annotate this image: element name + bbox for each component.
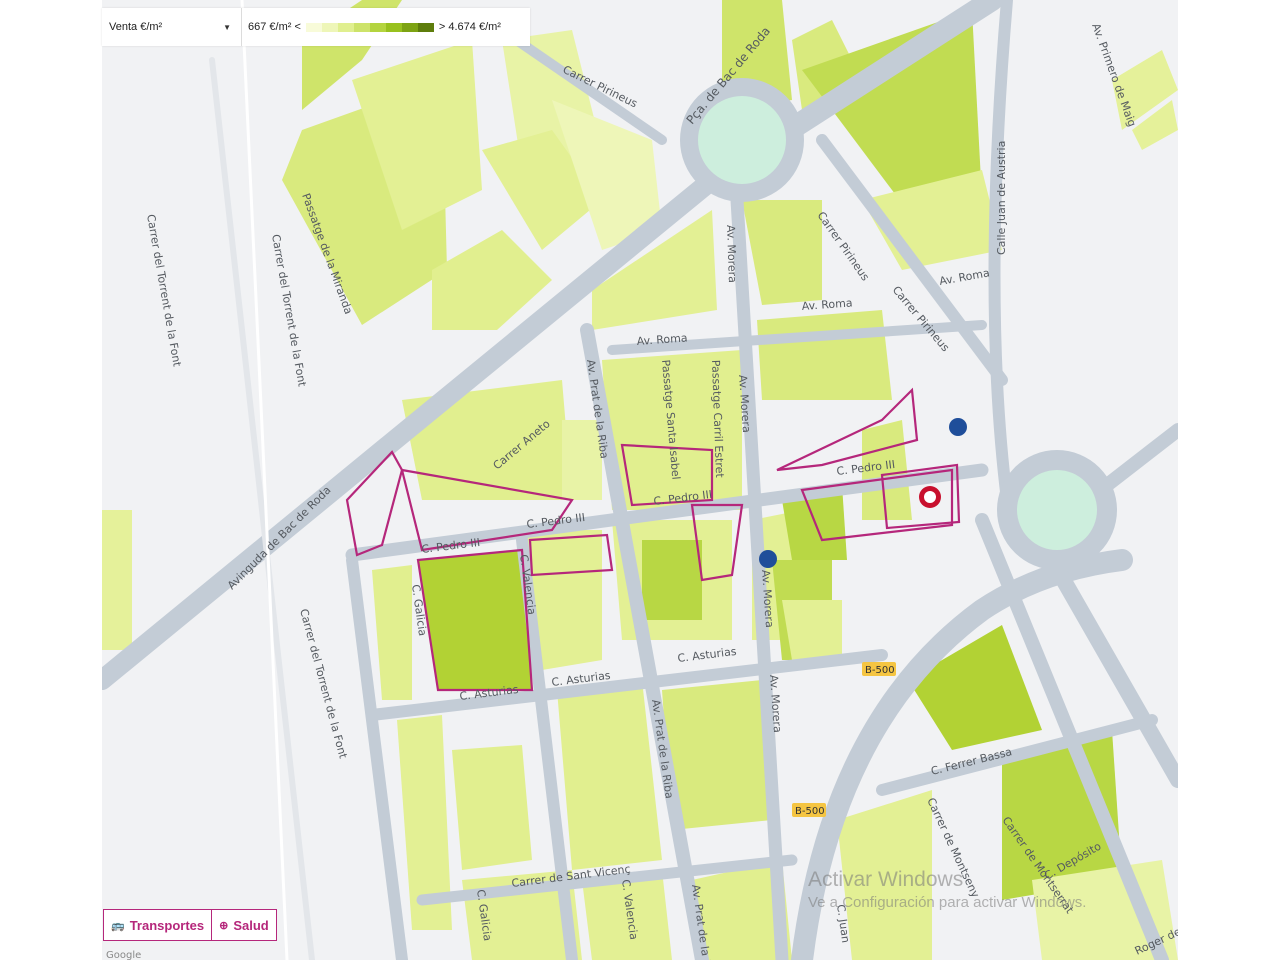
map-svg: Avinguda de Bac de Roda Pça. de Bac de R…: [102, 0, 1178, 960]
price-legend: 667 €/m² < > 4.674 €/m²: [242, 21, 507, 33]
plaza-bac-de-roda: [698, 96, 786, 184]
street-label: Av. Roma: [938, 266, 990, 288]
transport-label: Transportes: [129, 917, 205, 933]
windows-activation-watermark: Activar Windows Ve a Configuración para …: [808, 866, 1086, 913]
street-label: Carrer del Torrent de la Font: [297, 607, 350, 760]
plaza-east: [1017, 470, 1097, 550]
legend-swatch: [385, 22, 402, 32]
transport-toggle-button[interactable]: 🚌 Transportes: [103, 909, 213, 941]
street-label: Av. Morera: [724, 225, 739, 283]
plus-circle-icon: ⊕: [219, 919, 229, 932]
bus-stop-marker[interactable]: [949, 418, 967, 436]
hospital-marker-inner: [924, 491, 936, 503]
bus-icon: 🚌: [111, 919, 125, 932]
legend-swatch: [305, 22, 322, 32]
legend-swatch: [337, 22, 354, 32]
legend-swatch: [321, 22, 338, 32]
map-attribution: Google: [106, 950, 141, 960]
street-label: Avinguda de Bac de Roda: [225, 484, 334, 593]
road-shield-label: B-500: [795, 806, 825, 817]
legend-gradient: [305, 22, 434, 32]
street-label: Calle Juan de Austria: [995, 141, 1008, 255]
legend-swatch: [369, 22, 386, 32]
legend-swatch: [417, 22, 434, 32]
street-label: C. Asturias: [677, 645, 738, 665]
legend-max-label: > 4.674 €/m²: [438, 21, 501, 33]
watermark-line-1: Activar Windows: [808, 868, 964, 891]
layer-toggle-group: 🚌 Transportes ⊕ Salud: [103, 909, 277, 941]
map-toolbar: Venta €/m² ▼ 667 €/m² < > 4.674 €/m²: [102, 8, 530, 46]
chevron-down-icon: ▼: [223, 22, 231, 32]
street-label: Carrer Pirineus: [815, 209, 872, 283]
road-shield-label: B-500: [865, 665, 895, 676]
street-label: Av. Roma: [801, 296, 853, 313]
health-toggle-button[interactable]: ⊕ Salud: [212, 909, 277, 941]
legend-swatch: [353, 22, 370, 32]
map-canvas[interactable]: Avinguda de Bac de Roda Pça. de Bac de R…: [102, 0, 1178, 960]
legend-min-label: 667 €/m² <: [248, 21, 301, 33]
street-label: Carrer del Torrent de la Font: [269, 233, 309, 388]
metric-select-value: Venta €/m²: [109, 21, 163, 33]
watermark-line-2: Ve a Configuración para activar Windows.: [808, 894, 1087, 911]
legend-swatch: [401, 22, 418, 32]
metric-select[interactable]: Venta €/m² ▼: [102, 8, 242, 46]
health-label: Salud: [233, 917, 269, 933]
bus-stop-marker[interactable]: [759, 550, 777, 568]
street-label: Carrer del Torrent de la Font: [144, 213, 184, 368]
